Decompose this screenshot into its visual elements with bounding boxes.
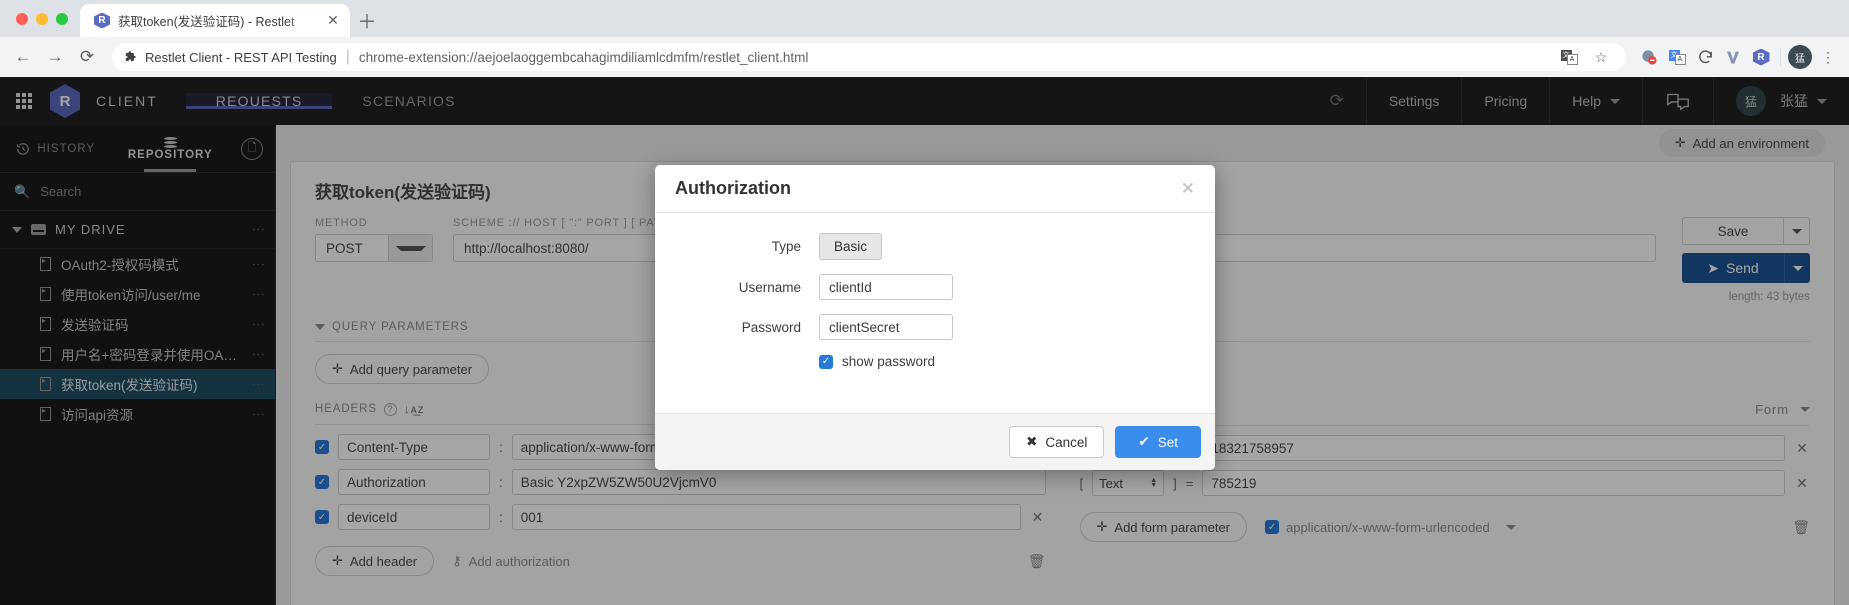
omnibox-actions: 文A ☆ <box>1556 44 1614 70</box>
check-icon: ✔ <box>1138 434 1150 449</box>
restlet-hex-icon: R <box>94 12 110 29</box>
omnibox-url: chrome-extension://aejoelaoggembcahagimd… <box>358 49 809 65</box>
auth-type-button[interactable]: Basic <box>819 233 883 260</box>
modal-body: Type Basic Username clientId Password cl… <box>655 213 1215 413</box>
new-tab-button[interactable]: ＋ <box>350 4 384 37</box>
toolbar-divider <box>1780 48 1781 66</box>
browser-toolbar: ← → ⟳ Restlet Client - REST API Testing … <box>0 37 1849 77</box>
authorization-modal: Authorization ✕ Type Basic Username clie… <box>655 165 1215 470</box>
username-label: Username <box>738 279 801 295</box>
extension-chip: Restlet Client - REST API Testing <box>124 50 337 65</box>
type-label: Type <box>771 239 801 254</box>
google-translate-icon[interactable]: 文A <box>1664 44 1690 70</box>
x-icon: ✖ <box>1026 434 1038 449</box>
restlet-extension-icon[interactable]: R <box>1748 44 1774 70</box>
extension-name: Restlet Client - REST API Testing <box>145 49 337 65</box>
username-field[interactable]: clientId <box>819 274 953 300</box>
omnibox-divider: | <box>345 48 350 65</box>
set-button[interactable]: ✔ Set <box>1115 426 1201 458</box>
set-label: Set <box>1157 434 1178 450</box>
close-icon[interactable]: ✕ <box>324 12 342 30</box>
address-bar[interactable]: Restlet Client - REST API Testing | chro… <box>112 43 1626 71</box>
vimium-icon[interactable] <box>1720 44 1746 70</box>
translate-icon[interactable]: 文A <box>1556 44 1582 70</box>
type-row: Type Basic <box>679 233 1191 260</box>
modal-title: Authorization <box>675 178 791 198</box>
profile-avatar[interactable]: 猛 <box>1787 44 1813 70</box>
arrow-right-icon[interactable]: → <box>40 42 70 72</box>
window-controls <box>10 0 80 37</box>
show-password-checkbox[interactable]: ✓ <box>819 354 833 369</box>
maximize-window-button[interactable] <box>56 12 68 25</box>
password-field[interactable]: clientSecret <box>819 314 953 340</box>
modal-footer: ✖ Cancel ✔ Set <box>655 413 1215 470</box>
browser-tab[interactable]: R 获取token(发送验证码) - Restlet ✕ <box>80 4 350 37</box>
puzzle-piece-icon <box>125 51 136 62</box>
minimize-window-button[interactable] <box>36 12 48 25</box>
reload-icon[interactable]: ⟳ <box>72 42 102 72</box>
bookmark-star-icon[interactable]: ☆ <box>1588 44 1614 70</box>
show-password-row: ✓ show password <box>819 354 1191 369</box>
close-window-button[interactable] <box>16 12 28 25</box>
kebab-menu-icon[interactable]: ⋮ <box>1815 44 1841 70</box>
tab-strip: R 获取token(发送验证码) - Restlet ✕ ＋ <box>0 0 1849 37</box>
show-password-label: show password <box>842 354 936 369</box>
adblock-icon[interactable] <box>1636 44 1662 70</box>
browser-window: R 获取token(发送验证码) - Restlet ✕ ＋ ← → ⟳ Res… <box>0 0 1849 605</box>
screen-recorder-icon[interactable] <box>1692 44 1718 70</box>
username-value: clientId <box>829 279 872 295</box>
cancel-button[interactable]: ✖ Cancel <box>1009 426 1105 458</box>
cancel-label: Cancel <box>1045 434 1088 450</box>
password-row: Password clientSecret <box>679 314 1191 340</box>
username-row: Username clientId <box>679 274 1191 300</box>
modal-spacer <box>679 373 1191 399</box>
close-icon[interactable]: ✕ <box>1181 179 1195 199</box>
password-value: clientSecret <box>829 319 900 335</box>
password-label: Password <box>741 319 801 335</box>
modal-header: Authorization ✕ <box>655 165 1215 213</box>
arrow-left-icon[interactable]: ← <box>8 42 38 72</box>
tab-title: 获取token(发送验证码) - Restlet <box>118 15 295 29</box>
